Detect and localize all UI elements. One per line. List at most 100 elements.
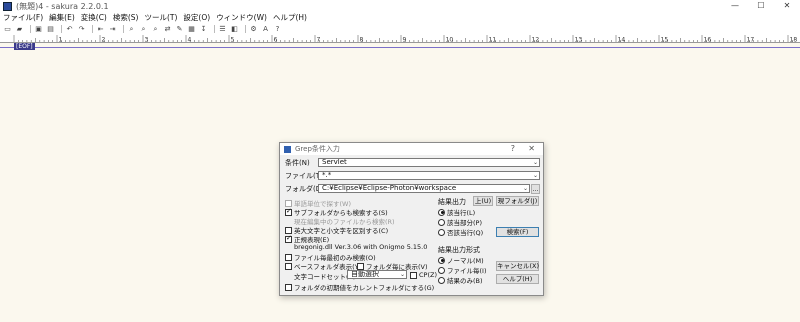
result-output-option-label: 該当行(L) <box>447 209 476 217</box>
result-format-option-label: 結果のみ(B) <box>447 277 483 285</box>
menu-window[interactable]: ウィンドウ(W) <box>216 12 267 23</box>
result-format-option-2[interactable]: 結果のみ(B) <box>438 275 483 285</box>
window-title: (無題)4 - sakura 2.2.0.1 <box>16 1 109 11</box>
result-format-option-1[interactable]: ファイル毎(I) <box>438 265 487 275</box>
window-titlebar: (無題)4 - sakura 2.2.0.1 — ☐ ✕ <box>0 0 800 12</box>
toolbar-separator <box>123 25 124 33</box>
dialog-title: Grep条件入力 <box>295 145 340 153</box>
result-output-radio-0[interactable] <box>438 208 445 216</box>
cancel-button[interactable]: キャンセル(X) <box>496 261 539 271</box>
toolbar-separator <box>30 25 31 33</box>
single-word-checkbox <box>285 199 292 207</box>
menu-convert[interactable]: 変換(C) <box>81 12 107 23</box>
outline-icon[interactable]: ☰ <box>218 25 227 33</box>
save-as-icon[interactable]: ▤ <box>46 25 55 33</box>
jump-forward-icon[interactable]: ⇥ <box>108 25 117 33</box>
menu-settings[interactable]: 設定(O) <box>183 12 210 23</box>
cursor-line <box>0 47 800 48</box>
folder-value: C:¥Eclipse¥Eclipse-Photon¥workspace <box>322 184 457 192</box>
jump-line-icon[interactable]: ↧ <box>199 25 208 33</box>
result-format-label: 結果出力形式 <box>438 246 480 254</box>
window-controls: — ☐ ✕ <box>722 0 800 12</box>
result-output-label: 結果出力 <box>438 198 466 206</box>
chevron-down-icon[interactable]: ⌄ <box>523 185 528 192</box>
folder-browse-button[interactable]: ... <box>531 184 540 194</box>
maximize-button[interactable]: ☐ <box>748 0 774 12</box>
clear-mark-icon[interactable]: ✎ <box>175 25 184 33</box>
grep-icon[interactable]: ▦ <box>187 25 196 33</box>
subfolders-checkbox[interactable] <box>285 207 292 216</box>
search-prev-icon[interactable]: ⌕ <box>139 25 148 33</box>
file-value: *.* <box>322 171 332 179</box>
init-current-option[interactable]: フォルダの初期値をカレントフォルダにする(G) <box>285 282 434 292</box>
grep-dialog: Grep条件入力 ? ✕ 条件(N) Servlet ⌄ ファイル(T) *.*… <box>279 142 544 296</box>
menu-help[interactable]: ヘルプ(H) <box>273 12 307 23</box>
jump-back-icon[interactable]: ⇤ <box>96 25 105 33</box>
eof-mark: [EOF] <box>14 43 35 50</box>
toolbar-separator <box>245 25 246 33</box>
undo-icon[interactable]: ↶ <box>65 25 74 33</box>
result-output-radio-2[interactable] <box>438 228 445 236</box>
toolbar: ▭ ▰ ▣ ▤ ↶ ↷ ⇤ ⇥ ⌕ ⌕ ⌕ ⇄ ✎ ▦ ↧ ☰ ◧ ⚙ A ? <box>0 23 800 35</box>
toolbar-separator <box>92 25 93 33</box>
case-sensitive-checkbox[interactable] <box>285 226 292 234</box>
menu-search[interactable]: 検索(S) <box>113 12 139 23</box>
minimize-button[interactable]: — <box>722 0 748 12</box>
new-file-icon[interactable]: ▭ <box>3 25 12 33</box>
toolbar-separator <box>61 25 62 33</box>
result-format-radio-0[interactable] <box>438 256 445 264</box>
per-folder-checkbox[interactable] <box>357 262 364 270</box>
menu-bar: ファイル(F) 編集(E) 変換(C) 検索(S) ツール(T) 設定(O) ウ… <box>0 12 800 23</box>
result-format-radio-1[interactable] <box>438 266 445 274</box>
search-next-icon[interactable]: ⌕ <box>151 25 160 33</box>
result-format-radio-2[interactable] <box>438 276 445 284</box>
settings-icon[interactable]: ⚙ <box>249 25 258 33</box>
app-icon <box>3 1 12 11</box>
help-icon[interactable]: ? <box>273 25 282 33</box>
cp-label: CP(Z) <box>419 271 437 279</box>
init-current-checkbox[interactable] <box>285 283 292 291</box>
compare-icon[interactable]: ◧ <box>230 25 239 33</box>
current-folder-button[interactable]: 現フォルダ(J) <box>496 196 539 206</box>
up-folder-button[interactable]: 上(U) <box>473 196 493 206</box>
menu-edit[interactable]: 編集(E) <box>49 12 75 23</box>
result-output-radio-1[interactable] <box>438 218 445 226</box>
regex-checkbox[interactable] <box>285 234 292 243</box>
redo-icon[interactable]: ↷ <box>77 25 86 33</box>
init-current-label: フォルダの初期値をカレントフォルダにする(G) <box>294 284 435 292</box>
search-icon[interactable]: ⌕ <box>127 25 136 33</box>
result-format-option-label: ノーマル(M) <box>447 257 484 265</box>
file-combo[interactable]: *.* ⌄ <box>318 171 540 180</box>
condition-value: Servlet <box>322 158 347 166</box>
charset-combo[interactable]: 自動選択 ⌄ <box>347 270 407 279</box>
result-output-option-2[interactable]: 否該当行(Q) <box>438 227 483 237</box>
menu-file[interactable]: ファイル(F) <box>3 12 43 23</box>
close-button[interactable]: ✕ <box>774 0 800 12</box>
replace-icon[interactable]: ⇄ <box>163 25 172 33</box>
save-icon[interactable]: ▣ <box>34 25 43 33</box>
base-folder-checkbox[interactable] <box>285 262 292 270</box>
open-file-icon[interactable]: ▰ <box>15 25 24 33</box>
menu-tools[interactable]: ツール(T) <box>144 12 177 23</box>
result-output-option-0[interactable]: 該当行(L) <box>438 207 475 217</box>
condition-combo[interactable]: Servlet ⌄ <box>318 158 540 167</box>
chevron-down-icon[interactable]: ⌄ <box>533 159 538 166</box>
dialog-close-icon[interactable]: ✕ <box>528 144 535 153</box>
toolbar-separator <box>214 25 215 33</box>
result-format-option-0[interactable]: ノーマル(M) <box>438 255 484 265</box>
first-match-checkbox[interactable] <box>285 253 292 261</box>
help-button[interactable]: ヘルプ(H) <box>496 274 539 284</box>
result-format-option-label: ファイル毎(I) <box>447 267 487 275</box>
result-output-option-1[interactable]: 該当部分(P) <box>438 217 482 227</box>
result-output-option-label: 該当部分(P) <box>447 219 482 227</box>
cp-option[interactable]: CP(Z) <box>410 271 437 279</box>
charset-value: 自動選択 <box>351 270 379 278</box>
chevron-down-icon[interactable]: ⌄ <box>533 172 538 179</box>
result-output-option-label: 否該当行(Q) <box>447 229 484 237</box>
dialog-help-icon[interactable]: ? <box>511 144 515 153</box>
folder-combo[interactable]: C:¥Eclipse¥Eclipse-Photon¥workspace ⌄ <box>318 184 530 193</box>
chevron-down-icon[interactable]: ⌄ <box>400 271 405 278</box>
cp-checkbox[interactable] <box>410 271 417 279</box>
font-icon[interactable]: A <box>261 25 270 33</box>
search-button[interactable]: 検索(F) <box>496 227 539 237</box>
